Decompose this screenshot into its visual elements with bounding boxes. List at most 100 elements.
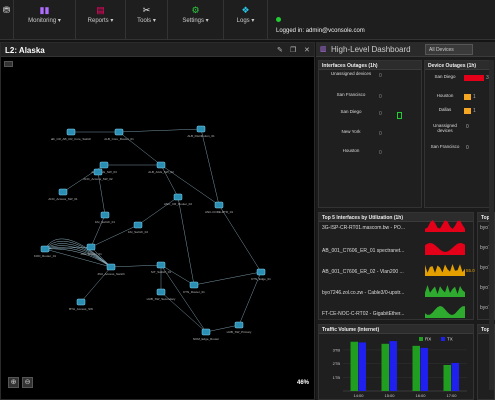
interface-name: byo7246.zol.co.zw - Cable3/0-upstr...: [322, 290, 405, 296]
interface-name: AB_001_C7606_ER_01 spectranet...: [322, 248, 405, 254]
network-device-node[interactable]: alb_CR_AB_CR_Core_Switch: [51, 128, 92, 141]
dashboard-icon: ▥: [320, 46, 327, 53]
bar-rx: [350, 341, 358, 391]
utilization-sparkline: [425, 264, 465, 276]
x-tick-label: 16:00: [415, 393, 426, 398]
bar-rx: [443, 365, 451, 391]
network-device-node[interactable]: HUB_SW_Secondary: [147, 288, 176, 301]
device-label: FAI_Switch_01: [95, 220, 115, 224]
bar-rx: [381, 343, 389, 391]
x-tick-label: 14:00: [353, 393, 364, 398]
device-outage-location: San Francisco: [430, 144, 460, 149]
nav-item-devices[interactable]: ⛃: [0, 0, 14, 40]
device-label: ALB_Distribution_01: [187, 134, 215, 138]
bar-tx: [420, 347, 428, 391]
network-device-node[interactable]: FAI_Switch_01: [95, 211, 115, 224]
network-topology-map[interactable]: alb_CR_AB_CR_Core_Switch ALB_Core_Router_…: [1, 57, 314, 399]
link-line: [110, 264, 162, 268]
network-device-node[interactable]: HUB_SW_Primary: [227, 321, 252, 334]
utilization-sparkline: [425, 220, 465, 232]
top5-utilization-card: Top 5 Interfaces by Utilization (1h) 3G-…: [318, 212, 475, 320]
dashboard-title: High-Level Dashboard: [331, 45, 411, 54]
device-label: BTH_Access_SW: [69, 307, 93, 311]
popout-icon[interactable]: ❐: [290, 46, 296, 54]
dashboard-header: ▥ High-Level Dashboard All Devices: [316, 42, 495, 57]
device-outage-count: 0: [466, 124, 469, 130]
network-device-node[interactable]: NOM_Edge_Router: [193, 328, 219, 341]
device-outage-location: Unassigned devices: [433, 123, 457, 133]
device-label: NOM_Edge_Router: [193, 337, 219, 341]
device-outage-count: 1: [473, 94, 476, 100]
network-device-node[interactable]: KTN_Router_01: [183, 281, 205, 294]
network-device-node[interactable]: ALB_Distribution_01: [187, 125, 215, 138]
device-selector[interactable]: All Devices: [425, 44, 473, 55]
nav-item-logs[interactable]: ❖ Logs ▾: [224, 0, 268, 40]
device-label: SIT_Switch_01: [151, 270, 172, 274]
zoom-out-icon[interactable]: ⊖: [22, 377, 33, 388]
legend-label-rx: RX: [425, 337, 431, 342]
utilization-sparkline: [425, 306, 465, 318]
zoom-in-icon[interactable]: ⊕: [8, 377, 19, 388]
device-outage-location: San Diego: [434, 74, 456, 79]
nav-logs-label: Logs ▾: [236, 18, 255, 24]
device-outages-card: Device Outages (1h) San Diego 3 Houston 1 Da…: [424, 60, 493, 208]
network-device-node[interactable]: ANC_CR_Router_02: [164, 193, 192, 206]
network-device-node[interactable]: BTH_Access_SW: [69, 298, 93, 311]
utilization-sparkline: [425, 243, 465, 255]
device-outage-location: Dallas: [438, 107, 452, 112]
network-device-node[interactable]: KTN_Edge_01: [251, 268, 271, 281]
interface-outage-count: 0: [379, 111, 382, 117]
l2-panel-header: L2: Alaska ✎ ❐ ✕: [1, 43, 314, 57]
reports-icon: ▤: [96, 5, 105, 15]
interface-outage-location: San Diego: [340, 109, 362, 114]
bar-tx: [389, 341, 397, 391]
top-nav-bar: ⛃ ▮▮ Monitoring ▾ ▤ Reports ▾ ✂ Tools ▾ …: [0, 0, 495, 40]
interface-outage-count: 0: [379, 73, 382, 79]
interface-outage-location: San Francisco: [336, 92, 366, 97]
nav-item-settings[interactable]: ⚙ Settings ▾: [168, 0, 224, 40]
settings-icon: ⚙: [191, 5, 200, 15]
network-device-node[interactable]: SIT_Switch_01: [151, 261, 172, 274]
link-line: [177, 196, 195, 286]
interface-outage-location: Unassigned devices: [330, 71, 372, 76]
legend-label-tx: TX: [447, 337, 453, 342]
device-outage-location: Houston: [436, 93, 454, 98]
nav-item-monitoring[interactable]: ▮▮ Monitoring ▾: [14, 0, 76, 40]
tools-icon: ✂: [142, 5, 151, 15]
edit-icon[interactable]: ✎: [277, 46, 283, 54]
link-line: [90, 224, 139, 248]
device-label: JNU_Access_Switch: [97, 272, 125, 276]
dashboard-panel: ▥ High-Level Dashboard All Devices Inter…: [316, 42, 495, 400]
link-line: [200, 128, 220, 206]
page-scrollbar[interactable]: [489, 60, 494, 390]
traffic-volume-card: Traffic Volume (Internet) 1TB 2TB 3TB 14:00…: [318, 324, 474, 400]
device-label: ANC_CR_Router_02: [164, 202, 192, 206]
utilization-sparkline: [425, 285, 465, 297]
y-tick-label: 2TB: [333, 361, 341, 366]
network-device-node[interactable]: JNU_Access_Switch: [97, 263, 125, 276]
x-tick-label: 15:00: [384, 393, 395, 398]
interface-outage-location: New York: [341, 129, 361, 134]
device-label: alb_CR_AB_CR_Core_Switch: [51, 137, 92, 141]
close-icon[interactable]: ✕: [304, 46, 310, 54]
device-label: ANC_Access_SW_02: [83, 177, 113, 181]
device-outage-count: 0: [466, 145, 469, 151]
network-device-node[interactable]: ALB_AGG_SW_02: [148, 161, 174, 174]
nav-item-tools[interactable]: ✂ Tools ▾: [126, 0, 168, 40]
nav-item-reports[interactable]: ▤ Reports ▾: [76, 0, 126, 40]
device-outage-count: 1: [473, 108, 476, 114]
link-line: [118, 128, 202, 133]
bar-tx: [451, 362, 459, 391]
device-label: JNU_Router_01: [80, 252, 102, 256]
network-device-node[interactable]: ANC-CORE-RTR_01: [205, 201, 233, 214]
link-line: [218, 204, 262, 273]
outage-marker-icon: [397, 112, 402, 119]
device-label: ANC_Access_SW_01: [48, 197, 78, 201]
bar-tx: [358, 342, 366, 391]
device-label: KOD_Router_01: [34, 254, 57, 258]
network-device-node[interactable]: ANC_Access_SW_01: [48, 188, 78, 201]
network-device-node[interactable]: ALB_Core_Router_01: [104, 128, 134, 141]
y-tick-label: 3TB: [333, 347, 341, 352]
interface-outage-count: 0: [379, 131, 382, 137]
interfaces-outages-card: Interfaces Outages (1h) Unassigned devic…: [318, 60, 422, 208]
